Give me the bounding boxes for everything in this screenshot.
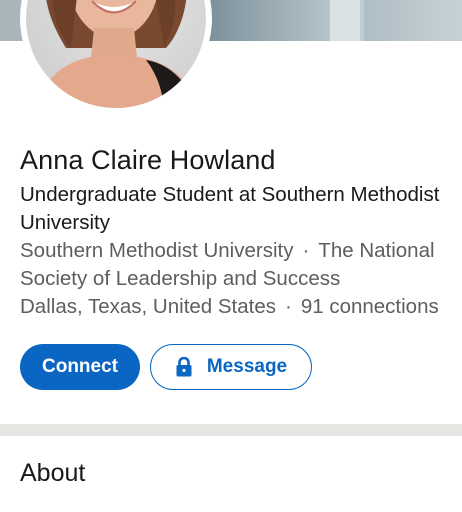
separator-dot: ·	[302, 239, 310, 262]
message-button[interactable]: Message	[150, 344, 312, 390]
about-section-title: About	[20, 459, 86, 487]
education-name[interactable]: Southern Methodist University	[20, 239, 293, 262]
education-line: Southern Methodist University · The Nation…	[20, 237, 462, 293]
connect-label: Connect	[42, 356, 118, 377]
separator-dot: ·	[285, 295, 292, 318]
message-label: Message	[206, 356, 288, 377]
profile-name: Anna Claire Howland	[20, 145, 276, 175]
location-line: Dallas, Texas, United States · 91 connecti…	[20, 293, 462, 321]
connect-button[interactable]: Connect	[20, 344, 140, 390]
section-divider	[0, 424, 462, 436]
profile-headline: Undergraduate Student at Southern Method…	[20, 183, 440, 234]
lock-icon	[176, 357, 192, 377]
location-text: Dallas, Texas, United States	[20, 295, 276, 318]
connections-count[interactable]: 91 connections	[301, 295, 439, 318]
avatar-photo	[36, 0, 201, 108]
profile-avatar[interactable]	[26, 0, 206, 108]
